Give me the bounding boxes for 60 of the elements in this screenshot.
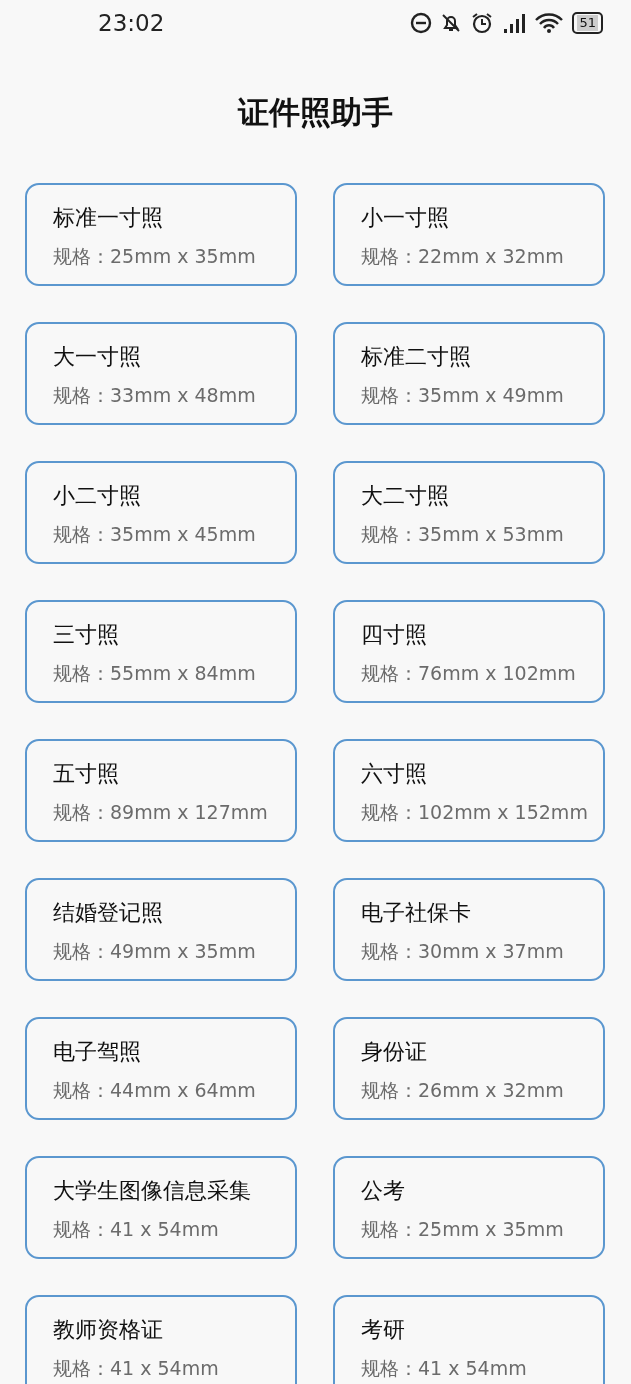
photo-size-card[interactable]: 四寸照 规格：76mm x 102mm [333,600,605,703]
card-title: 标准一寸照 [53,204,164,232]
card-spec: 规格：55mm x 84mm [53,661,257,686]
card-title: 六寸照 [361,760,428,788]
card-spec: 规格：25mm x 35mm [361,1217,565,1242]
card-spec: 规格：35mm x 45mm [53,522,257,547]
photo-size-card[interactable]: 大一寸照 规格：33mm x 48mm [25,322,297,425]
photo-size-card[interactable]: 大二寸照 规格：35mm x 53mm [333,461,605,564]
do-not-disturb-icon [410,11,433,34]
card-title: 结婚登记照 [53,899,164,927]
photo-size-card[interactable]: 电子社保卡 规格：30mm x 37mm [333,878,605,981]
wifi-icon [534,11,565,34]
card-title: 小二寸照 [53,482,142,510]
photo-size-card[interactable]: 小二寸照 规格：35mm x 45mm [25,461,297,564]
card-spec: 规格：30mm x 37mm [361,939,565,964]
photo-size-card[interactable]: 身份证 规格：26mm x 32mm [333,1017,605,1120]
card-title: 三寸照 [53,621,120,649]
status-time: 23:02 [98,9,165,36]
photo-size-card[interactable]: 六寸照 规格：102mm x 152mm [333,739,605,842]
card-spec: 规格：33mm x 48mm [53,383,257,408]
page-title: 证件照助手 [236,93,394,132]
card-spec: 规格：35mm x 49mm [361,383,565,408]
signal-icon [502,11,527,34]
card-title: 标准二寸照 [361,343,472,371]
card-spec: 规格：49mm x 35mm [53,939,257,964]
card-spec: 规格：41 x 54mm [361,1356,528,1381]
card-title: 电子驾照 [53,1038,142,1066]
card-spec: 规格：22mm x 32mm [361,244,565,269]
card-spec: 规格：41 x 54mm [53,1217,220,1242]
photo-size-card[interactable]: 公考 规格：25mm x 35mm [333,1156,605,1259]
card-title: 小一寸照 [361,204,450,232]
card-title: 考研 [361,1316,406,1344]
photo-size-card[interactable]: 小一寸照 规格：22mm x 32mm [333,183,605,286]
card-title: 身份证 [361,1038,428,1066]
card-spec: 规格：76mm x 102mm [361,661,577,686]
card-title: 电子社保卡 [361,899,472,927]
card-title: 大学生图像信息采集 [53,1177,252,1205]
card-title: 公考 [361,1177,406,1205]
card-spec: 规格：26mm x 32mm [361,1078,565,1103]
card-spec: 规格：102mm x 152mm [361,800,589,825]
photo-size-card[interactable]: 三寸照 规格：55mm x 84mm [25,600,297,703]
card-title: 教师资格证 [53,1316,164,1344]
card-title: 大一寸照 [53,343,142,371]
photo-size-card[interactable]: 标准二寸照 规格：35mm x 49mm [333,322,605,425]
photo-size-card[interactable]: 结婚登记照 规格：49mm x 35mm [25,878,297,981]
card-title: 四寸照 [361,621,428,649]
photo-size-card[interactable]: 标准一寸照 规格：25mm x 35mm [25,183,297,286]
photo-size-card[interactable]: 大学生图像信息采集 规格：41 x 54mm [25,1156,297,1259]
photo-size-card[interactable]: 教师资格证 规格：41 x 54mm [25,1295,297,1384]
photo-size-card[interactable]: 考研 规格：41 x 54mm [333,1295,605,1384]
card-title: 大二寸照 [361,482,450,510]
card-spec: 规格：25mm x 35mm [53,244,257,269]
battery-icon: 51 [572,11,603,34]
card-spec: 规格：41 x 54mm [53,1356,220,1381]
card-spec: 规格：35mm x 53mm [361,522,565,547]
photo-size-card[interactable]: 五寸照 规格：89mm x 127mm [25,739,297,842]
card-spec: 规格：44mm x 64mm [53,1078,257,1103]
photo-size-card[interactable]: 电子驾照 规格：44mm x 64mm [25,1017,297,1120]
card-spec: 规格：89mm x 127mm [53,800,269,825]
card-title: 五寸照 [53,760,120,788]
